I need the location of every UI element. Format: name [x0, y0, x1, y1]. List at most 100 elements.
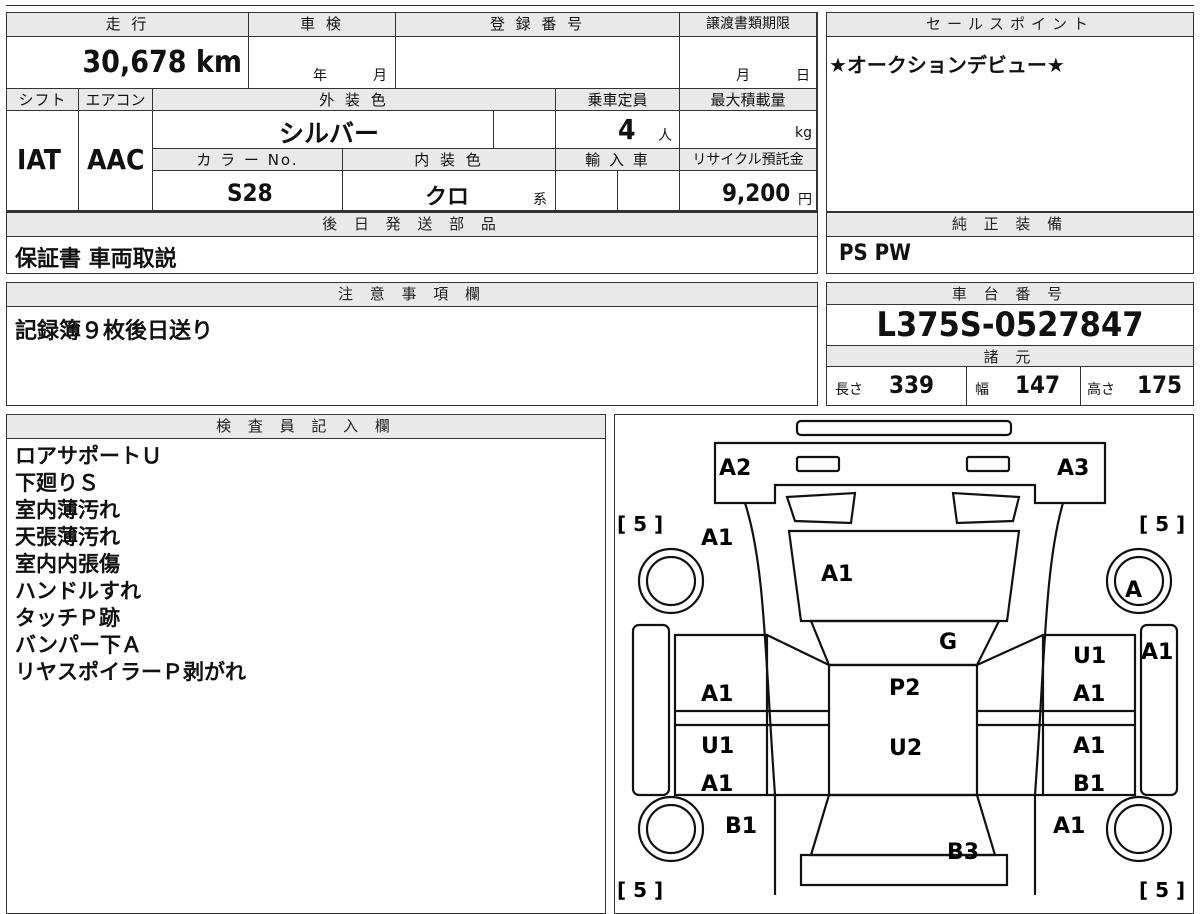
capacity-value: 4	[618, 113, 636, 146]
specs-header: 諸 元	[827, 345, 1193, 367]
list-item: リヤスポイラーＰ剥がれ	[15, 660, 246, 684]
registration-cell	[396, 37, 680, 89]
later-parts-header: 後 日 発 送 部 品	[7, 213, 817, 237]
aircon-label: エアコン	[79, 89, 153, 111]
recycle-unit: 円	[798, 192, 812, 208]
code-right-rear-door: B1	[1073, 772, 1105, 797]
code-hood: A1	[821, 562, 853, 587]
code-windshield: G	[939, 630, 957, 655]
inspector-panel: 検 査 員 記 入 欄 ロアサポートＵ 下廻りＳ 室内薄汚れ 天張薄汚れ 室内内…	[6, 414, 606, 914]
tire-mark-front-right: [ 5 ]	[1139, 512, 1185, 536]
code-right-rear-quarter: A1	[1053, 814, 1085, 839]
exterior-color-cell: シルバー	[153, 111, 494, 149]
color-no-value: S28	[227, 179, 273, 207]
shaken-cell: 年 月	[249, 37, 396, 89]
length-label: 長さ	[835, 382, 863, 398]
code-left-rear-wheel: B1	[725, 814, 757, 839]
chassis-header: 車 台 番 号	[827, 283, 1193, 305]
tire-mark-front-left: [ 5 ]	[617, 512, 663, 536]
shaken-label: 車 検	[249, 13, 396, 37]
import-label: 輸 入 車	[556, 149, 680, 171]
color-no-cell: S28	[153, 171, 343, 211]
later-parts-value: 保証書 車両取説	[15, 247, 177, 272]
import-cell-a	[556, 171, 618, 211]
notes-panel: 注 意 事 項 欄 記録簿９枚後日送り	[6, 282, 818, 406]
interior-color-value: クロ	[425, 185, 470, 210]
interior-suffix: 系	[533, 192, 547, 208]
spec-height: 高さ 175	[1081, 367, 1193, 405]
list-item: ハンドルすれ	[15, 579, 141, 603]
shaken-year-unit: 年	[313, 68, 327, 84]
length-value: 339	[889, 371, 935, 399]
chassis-number: L375S-0527847	[876, 305, 1144, 345]
genuine-equipment-panel: 純 正 装 備 PS PW	[826, 212, 1194, 274]
recycle-fee-value: 9,200	[722, 179, 791, 207]
max-load-cell: kg	[680, 111, 817, 149]
code-left-front-door: A1	[701, 682, 733, 707]
list-item: バンパー下Ａ	[15, 633, 143, 657]
height-value: 175	[1137, 371, 1183, 399]
list-item: 室内薄汚れ	[15, 498, 120, 522]
max-load-label: 最大積載量	[680, 89, 817, 111]
exterior-color-extra	[494, 111, 556, 149]
deadline-cell: 月 日	[680, 37, 817, 89]
code-roof-upper: P2	[889, 676, 920, 701]
code-roof-lower: U2	[889, 736, 922, 761]
later-parts-panel: 後 日 発 送 部 品 保証書 車両取説	[6, 212, 818, 274]
mileage-cell: 30,678 km	[7, 37, 249, 89]
capacity-label: 乗車定員	[556, 89, 680, 111]
notes-value: 記録簿９枚後日送り	[15, 319, 214, 344]
mileage-label: 走 行	[7, 13, 249, 37]
code-right-front-wheel: A	[1125, 578, 1142, 603]
code-front-bumper-left: A2	[719, 456, 751, 481]
shaken-month-unit: 月	[373, 68, 387, 84]
mileage-value: 30,678 km	[82, 45, 242, 80]
damage-diagram-panel: [ 5 ] [ 5 ] [ 5 ] [ 5 ] A2 A3 A1 A1 A G …	[614, 414, 1194, 914]
interior-color-label: 内 装 色	[343, 149, 556, 171]
code-right-front-door-top: U1	[1073, 644, 1106, 669]
code-left-front-fender: A1	[701, 526, 733, 551]
interior-color-cell: クロ 系	[343, 171, 556, 211]
notes-header: 注 意 事 項 欄	[7, 283, 817, 307]
spec-width: 幅 147	[967, 367, 1081, 405]
shift-value: IAT	[17, 143, 61, 176]
shift-label: シフト	[7, 89, 79, 111]
import-cell-b	[618, 171, 680, 211]
aircon-cell: AAC	[79, 111, 153, 211]
sales-point-header: セールスポイント	[827, 13, 1193, 37]
code-left-rear-door: A1	[701, 772, 733, 797]
height-label: 高さ	[1087, 382, 1115, 398]
load-unit: kg	[795, 125, 812, 141]
sales-point-value: ★オークションデビュー★	[829, 53, 1065, 77]
list-item: タッチＰ跡	[15, 606, 120, 630]
code-right-front-door: A1	[1073, 682, 1105, 707]
code-right-rear-door-top: A1	[1073, 734, 1105, 759]
shift-cell: IAT	[7, 111, 79, 211]
top-strip	[6, 0, 1194, 6]
code-rear: B3	[947, 840, 979, 865]
spec-length: 長さ 339	[827, 367, 967, 405]
width-value: 147	[1015, 371, 1061, 399]
exterior-color-value: シルバー	[279, 119, 380, 148]
deadline-label: 譲渡書類期限	[680, 13, 817, 37]
recycle-cell: 9,200 円	[680, 171, 817, 211]
width-label: 幅	[975, 382, 989, 398]
inspector-notes-list: ロアサポートＵ 下廻りＳ 室内薄汚れ 天張薄汚れ 室内内張傷 ハンドルすれ タッ…	[15, 443, 246, 686]
genuine-equipment-header: 純 正 装 備	[827, 213, 1193, 237]
genuine-equipment-value: PS PW	[839, 241, 911, 266]
deadline-day-unit: 日	[796, 68, 810, 84]
inspector-header: 検 査 員 記 入 欄	[7, 415, 605, 439]
list-item: 天張薄汚れ	[15, 525, 120, 549]
capacity-cell: 4 人	[556, 111, 680, 149]
registration-label: 登 録 番 号	[396, 13, 680, 37]
recycle-label: リサイクル預託金	[680, 149, 817, 171]
vehicle-info-panel: 走 行 車 検 登 録 番 号 譲渡書類期限 30,678 km 年 月 月 日…	[6, 12, 818, 212]
exterior-color-label: 外 装 色	[153, 89, 556, 111]
chassis-panel: 車 台 番 号 L375S-0527847 諸 元 長さ 339 幅 147 高…	[826, 282, 1194, 406]
aircon-value: AAC	[87, 143, 145, 176]
capacity-unit: 人	[658, 128, 672, 144]
list-item: ロアサポートＵ	[15, 444, 162, 468]
list-item: 下廻りＳ	[15, 471, 99, 495]
color-no-label: カ ラ ー No.	[153, 149, 343, 171]
tire-mark-rear-left: [ 5 ]	[617, 878, 663, 902]
